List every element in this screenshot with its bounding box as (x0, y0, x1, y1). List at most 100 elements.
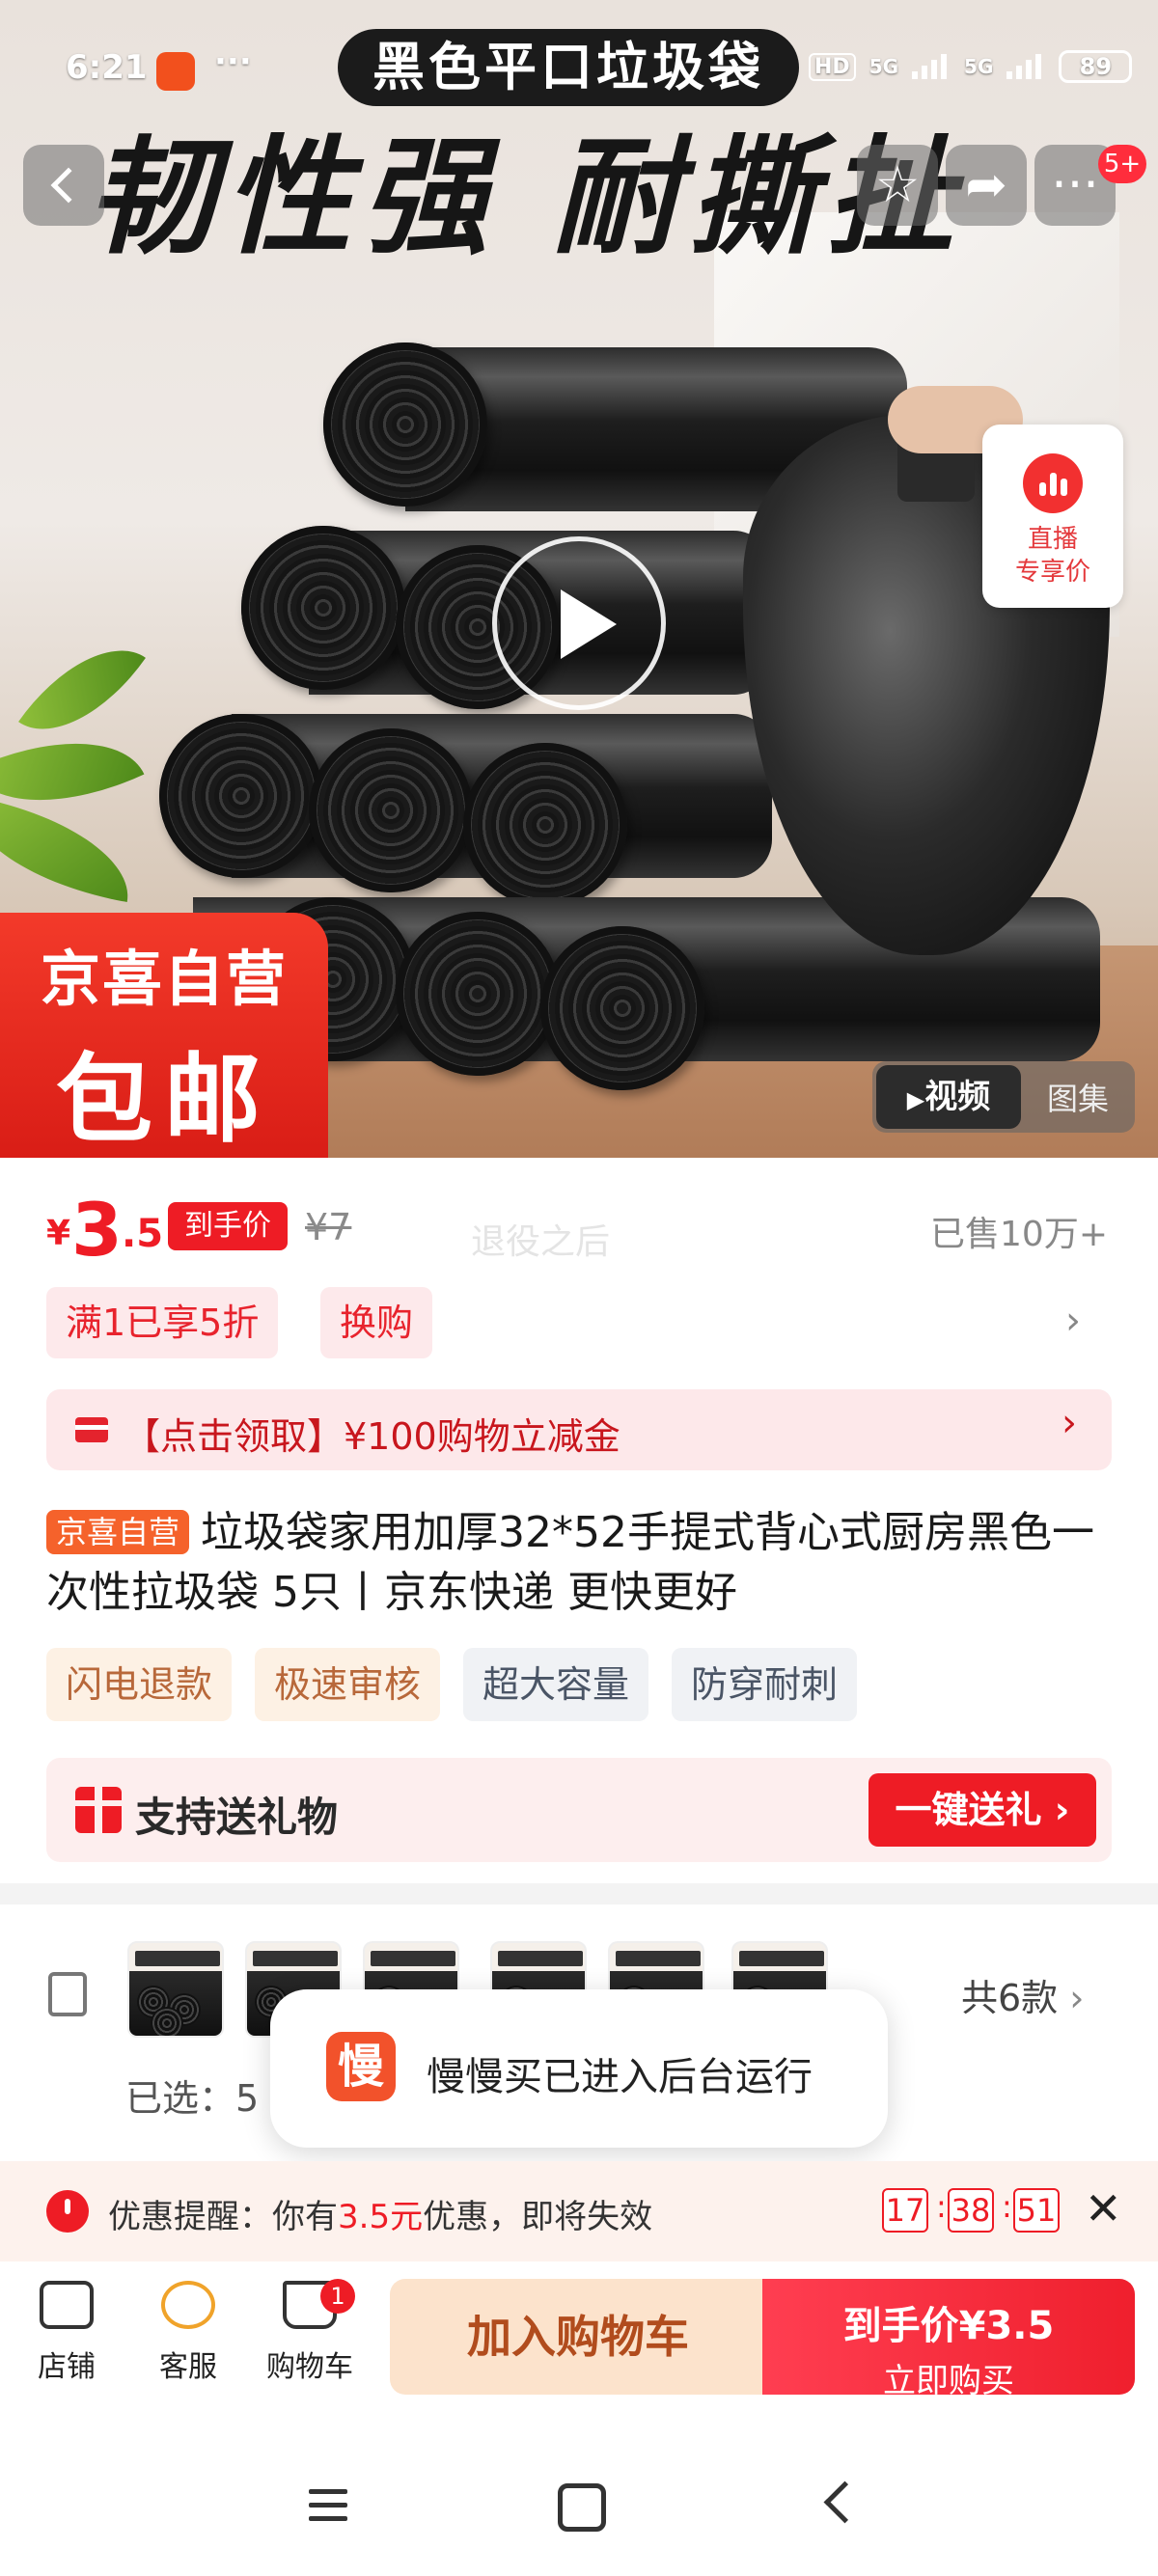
add-to-cart-button[interactable]: 加入购物车 (390, 2279, 766, 2395)
buy-now-label: 立即购买 (883, 2362, 1014, 2400)
back-button[interactable] (23, 145, 104, 226)
network-5g-label: 5G (868, 55, 899, 78)
send-gift-button[interactable]: 一键送礼 › (868, 1773, 1096, 1847)
variant-thumbnail[interactable] (127, 1941, 224, 2038)
hd-icon: HD (809, 52, 856, 81)
toast-message: 慢慢买已进入后台运行 (427, 2055, 813, 2099)
countdown-seconds: 51 (1013, 2188, 1060, 2233)
cart-count-badge: 1 (320, 2279, 355, 2314)
signal-icon (912, 54, 951, 79)
badge-line-2: 包邮 (56, 1043, 272, 1156)
network-5g-label: 5G (964, 55, 994, 78)
product-title-text: 垃圾袋家用加厚32*52手提式背心式厨房黑色一次性拉圾袋 5只丨京东快递 更快更… (46, 1508, 1094, 1617)
customer-service-label: 客服 (159, 2350, 217, 2384)
variant-count[interactable]: 共6款 › (961, 1968, 1084, 2021)
live-broadcast-icon (1023, 453, 1083, 513)
status-indicators: HD 5G 5G 89 (809, 50, 1133, 83)
video-tab[interactable]: ▶视频 (876, 1065, 1021, 1129)
countdown-minutes: 38 (948, 2188, 994, 2233)
back-nav-button[interactable] (801, 2480, 878, 2537)
home-button[interactable] (558, 2480, 635, 2537)
live-label: 直播 (1027, 525, 1078, 554)
reminder-amount: 3.5元 (338, 2198, 424, 2236)
countdown-colon: : (936, 2188, 947, 2225)
status-more-dots: ··· (214, 42, 252, 81)
garbage-bag-roll (241, 526, 405, 690)
chevron-right-icon: › (1062, 1401, 1077, 1445)
share-icon: ➦ (965, 156, 1007, 214)
coupon-bar[interactable]: 【点击领取】¥100购物立减金 › (46, 1389, 1112, 1470)
hero-banner-title: 黑色平口垃圾袋 (338, 29, 799, 106)
plant-leaf (0, 795, 141, 903)
variant-count-label: 共6款 (961, 1977, 1059, 2019)
original-price: ¥7 (305, 1206, 352, 1248)
discount-promo-chip[interactable]: 满1已享5折 (46, 1287, 279, 1358)
jingxi-self-operated-badge: 京喜自营 包邮 (0, 913, 328, 1158)
countdown-colon: : (1002, 2188, 1012, 2225)
countdown-hours: 17 (882, 2188, 928, 2233)
coupon-card-icon (75, 1417, 108, 1442)
variant-select-icon (48, 1972, 87, 2016)
self-operated-tag: 京喜自营 (46, 1510, 190, 1554)
coupon-text: 【点击领取】¥100购物立减金 (124, 1415, 620, 1458)
price-row: ¥ 3 .5 到手价 ¥7 退役之后 已售10万+ (46, 1187, 1117, 1273)
feature-chip: 极速审核 (255, 1648, 441, 1721)
live-price-card[interactable]: 直播 专享价 (982, 425, 1123, 608)
selected-variant-label: 已选：5 (125, 2077, 260, 2120)
status-time: 6:21 (66, 48, 148, 87)
live-price-label: 专享价 (1014, 558, 1090, 587)
more-dots-icon: ··· (1051, 156, 1099, 214)
gift-support-text: 支持送礼物 (135, 1794, 339, 1841)
feature-chip: 防穿耐刺 (672, 1648, 858, 1721)
gift-icon (75, 1787, 122, 1833)
reminder-suffix: 优惠，即将失效 (423, 2198, 653, 2236)
reminder-text: 优惠提醒：你有3.5元优惠，即将失效 (108, 2190, 652, 2237)
media-switch: ▶视频 图集 (872, 1061, 1135, 1133)
send-gift-label: 一键送礼 (895, 1789, 1042, 1831)
battery-icon: 89 (1059, 50, 1133, 83)
gallery-tab[interactable]: 图集 (1021, 1075, 1135, 1119)
watermark-text: 退役之后 (471, 1222, 611, 1262)
garbage-bag-roll (540, 926, 704, 1090)
discount-reminder-bar[interactable]: 优惠提醒：你有3.5元优惠，即将失效 17 : 38 : 51 ✕ (0, 2161, 1158, 2261)
system-navigation-bar (0, 2451, 1158, 2576)
share-button[interactable]: ➦ (946, 145, 1027, 226)
recent-apps-button[interactable] (290, 2480, 367, 2537)
app-notification-icon (156, 52, 195, 91)
customer-service-button[interactable]: 客服 (135, 2281, 241, 2397)
chevron-right-icon: › (1069, 1977, 1085, 2019)
alarm-clock-icon (46, 2190, 89, 2233)
trade-in-promo-chip[interactable]: 换购 (320, 1287, 433, 1358)
customer-service-icon (161, 2281, 215, 2329)
play-video-button[interactable] (492, 536, 666, 710)
signal-icon (1006, 54, 1045, 79)
chevron-right-icon[interactable]: › (1065, 1299, 1081, 1343)
price-currency: ¥ (46, 1214, 71, 1253)
buy-now-button[interactable]: 到手价¥3.5 立即购买 (762, 2279, 1135, 2400)
garbage-bag-roll (396, 912, 560, 1076)
section-divider (0, 1883, 1158, 1905)
sold-count: 已售10万+ (930, 1215, 1108, 1254)
product-title: 京喜自营 垃圾袋家用加厚32*52手提式背心式厨房黑色一次性拉圾袋 5只丨京东快递… (46, 1503, 1108, 1623)
store-icon (40, 2281, 94, 2329)
reminder-prefix: 优惠提醒：你有 (108, 2198, 338, 2236)
video-tab-label: 视频 (924, 1078, 991, 1116)
gift-bar: 支持送礼物 一键送礼 › (46, 1758, 1112, 1862)
final-price-tag: 到手价 (168, 1202, 288, 1250)
manmanmai-app-icon: 慢 (326, 2032, 396, 2101)
buy-now-price: 到手价¥3.5 (842, 2304, 1055, 2348)
store-button[interactable]: 店铺 (14, 2281, 120, 2397)
feature-chip: 超大容量 (463, 1648, 649, 1721)
feature-chip: 闪电退款 (46, 1648, 233, 1721)
badge-line-1: 京喜自营 (40, 944, 288, 1014)
plant-leaf (18, 618, 146, 761)
message-count-badge: 5+ (1098, 145, 1146, 183)
garbage-bag-roll (323, 343, 487, 507)
favorite-button[interactable]: ☆ (857, 145, 938, 226)
cart-label: 购物车 (266, 2350, 353, 2384)
background-running-toast: 慢 慢慢买已进入后台运行 (270, 1989, 888, 2148)
play-triangle-icon: ▶ (906, 1086, 925, 1113)
garbage-bag-roll (309, 728, 473, 892)
close-icon[interactable]: ✕ (1085, 2182, 1122, 2234)
star-icon: ☆ (874, 156, 921, 214)
